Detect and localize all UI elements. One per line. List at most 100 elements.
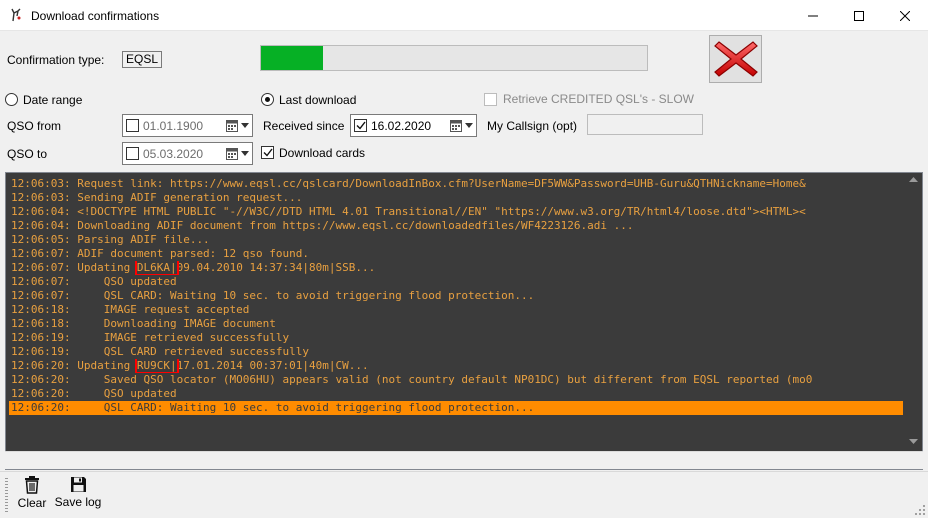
save-log-button[interactable]: Save log	[54, 476, 102, 509]
log-timestamp: 12:06:07:	[11, 275, 71, 288]
log-line[interactable]: 12:06:07: ADIF document parsed: 12 qso f…	[11, 247, 903, 261]
confirmation-type-value: EQSL	[122, 51, 163, 68]
my-callsign-label: My Callsign (opt)	[487, 119, 578, 133]
log-message: IMAGE request accepted	[70, 303, 250, 316]
log-line[interactable]: 12:06:19: IMAGE retrieved successfully	[11, 331, 903, 345]
download-progress-bar	[260, 45, 648, 71]
calendar-icon	[226, 148, 238, 160]
log-line[interactable]: 12:06:20: QSO updated	[11, 387, 903, 401]
chevron-down-icon	[465, 123, 473, 128]
checkmark-icon	[356, 121, 366, 130]
log-message: Updating	[70, 359, 137, 372]
highlighted-callsign: DL6KA|	[134, 261, 179, 275]
title-bar[interactable]: Download confirmations	[0, 0, 928, 31]
log-message: QSL CARD retrieved successfully	[70, 345, 310, 358]
minimize-button[interactable]	[790, 0, 836, 31]
floppy-disk-icon	[70, 477, 86, 492]
download-cards-label: Download cards	[279, 146, 366, 160]
log-message: <!DOCTYPE HTML PUBLIC "-//W3C//DTD HTML …	[70, 205, 806, 218]
log-vertical-scrollbar[interactable]	[905, 173, 922, 469]
log-timestamp: 12:06:20:	[11, 373, 71, 386]
date-range-radio[interactable]	[5, 93, 18, 106]
log-timestamp: 12:06:03:	[11, 191, 71, 204]
log-line[interactable]: 12:06:19: QSL CARD retrieved successfull…	[11, 345, 903, 359]
log-line[interactable]: 12:06:03: Request link: https://www.eqsl…	[11, 177, 903, 191]
bottom-toolbar: Clear Save log	[0, 471, 928, 518]
qso-from-checkbox[interactable]	[126, 119, 139, 132]
log-message: Downloading IMAGE document	[70, 317, 276, 330]
log-line[interactable]: 12:06:20: Updating RU9CK|17.01.2014 00:3…	[11, 359, 903, 373]
close-icon	[900, 10, 910, 21]
log-line[interactable]: 12:06:20: Saved QSO locator (MO06HU) app…	[11, 373, 903, 387]
qso-to-datepicker[interactable]: 05.03.2020	[122, 142, 253, 165]
qso-from-datepicker[interactable]: 01.01.1900	[122, 114, 253, 137]
toolbar-grip	[5, 478, 8, 512]
log-timestamp: 12:06:18:	[11, 317, 71, 330]
date-range-label: Date range	[23, 93, 83, 107]
log-timestamp: 12:06:20:	[11, 387, 71, 400]
log-line[interactable]: 12:06:20: QSL CARD: Waiting 10 sec. to a…	[9, 401, 903, 415]
retrieve-credited-checkbox[interactable]	[484, 93, 497, 106]
qso-to-label: QSO to	[7, 147, 48, 161]
log-message: Updating	[70, 261, 137, 274]
calendar-icon	[450, 120, 462, 132]
log-listbox[interactable]: 12:06:03: Request link: https://www.eqsl…	[5, 172, 923, 470]
log-line[interactable]: 12:06:05: Parsing ADIF file...	[11, 233, 903, 247]
log-line[interactable]: 12:06:03: Sending ADIF generation reques…	[11, 191, 903, 205]
save-log-label: Save log	[54, 495, 102, 509]
log-timestamp: 12:06:04:	[11, 205, 71, 218]
log-timestamp: 12:06:07:	[11, 247, 71, 260]
chevron-down-icon	[241, 123, 249, 128]
last-download-radio[interactable]	[261, 93, 274, 106]
app-icon	[11, 8, 21, 22]
log-message: 09.04.2010 14:37:34|80m|SSB...	[176, 261, 376, 274]
received-since-label: Received since	[263, 119, 345, 133]
trash-icon	[25, 476, 39, 494]
log-message: Downloading ADIF document from https://w…	[70, 219, 634, 232]
log-lines: 12:06:03: Request link: https://www.eqsl…	[9, 177, 903, 415]
log-timestamp: 12:06:20:	[11, 359, 71, 372]
calendar-icon	[226, 120, 238, 132]
received-since-checkbox[interactable]	[354, 119, 367, 132]
cancel-download-button[interactable]	[709, 35, 762, 83]
download-cards-checkbox[interactable]	[261, 146, 274, 159]
log-line[interactable]: 12:06:07: Updating DL6KA|09.04.2010 14:3…	[11, 261, 903, 275]
clear-button[interactable]: Clear	[16, 476, 48, 510]
log-line[interactable]: 12:06:04: <!DOCTYPE HTML PUBLIC "-//W3C/…	[11, 205, 903, 219]
clear-label: Clear	[17, 496, 47, 510]
log-line[interactable]: 12:06:07: QSL CARD: Waiting 10 sec. to a…	[11, 289, 903, 303]
log-message: QSO updated	[70, 275, 177, 288]
log-message: IMAGE retrieved successfully	[70, 331, 290, 344]
log-line[interactable]: 12:06:04: Downloading ADIF document from…	[11, 219, 903, 233]
resize-grip-icon[interactable]	[914, 504, 926, 516]
maximize-icon	[854, 10, 864, 21]
qso-to-checkbox[interactable]	[126, 147, 139, 160]
log-message: 17.01.2014 00:37:01|40m|CW...	[176, 359, 369, 372]
log-timestamp: 12:06:07:	[11, 289, 71, 302]
log-line[interactable]: 12:06:07: QSO updated	[11, 275, 903, 289]
log-message: QSO updated	[70, 387, 177, 400]
log-line[interactable]: 12:06:18: IMAGE request accepted	[11, 303, 903, 317]
log-timestamp: 12:06:07:	[11, 261, 71, 274]
log-timestamp: 12:06:03:	[11, 177, 71, 190]
qso-to-value: 05.03.2020	[143, 147, 204, 161]
log-message: ADIF document parsed: 12 qso found.	[70, 247, 310, 260]
close-window-button[interactable]	[882, 0, 928, 31]
log-timestamp: 12:06:19:	[11, 331, 71, 344]
qso-from-value: 01.01.1900	[143, 119, 204, 133]
log-timestamp: 12:06:19:	[11, 345, 71, 358]
my-callsign-input[interactable]	[587, 114, 703, 135]
received-since-datepicker[interactable]: 16.02.2020	[350, 114, 477, 137]
highlighted-callsign: RU9CK|	[134, 359, 179, 373]
log-message: QSL CARD: Waiting 10 sec. to avoid trigg…	[70, 401, 535, 414]
log-timestamp: 12:06:20:	[11, 401, 71, 414]
confirmation-type-label: Confirmation type:	[7, 53, 105, 67]
log-line[interactable]: 12:06:18: Downloading IMAGE document	[11, 317, 903, 331]
retrieve-credited-label: Retrieve CREDITED QSL's - SLOW	[503, 92, 694, 106]
last-download-label: Last download	[279, 93, 357, 107]
window-title: Download confirmations	[31, 9, 160, 23]
maximize-button[interactable]	[836, 0, 882, 31]
red-x-icon	[714, 41, 758, 77]
log-horizontal-scrollbar[interactable]	[5, 451, 923, 469]
log-message: Parsing ADIF file...	[70, 233, 210, 246]
